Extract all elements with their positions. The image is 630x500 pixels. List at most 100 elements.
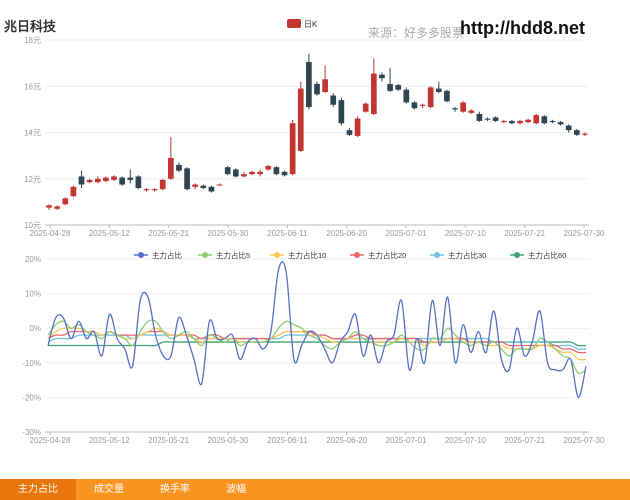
ratio-x-tick: 2025-07-01 xyxy=(386,436,427,445)
candle-body xyxy=(330,95,337,105)
ratio-y-tick: 10% xyxy=(25,290,41,299)
candle-body xyxy=(411,102,418,109)
candle-body xyxy=(517,120,523,124)
candle-body xyxy=(379,74,385,79)
candle-body xyxy=(168,157,174,179)
candle-body xyxy=(200,185,207,188)
tab-0[interactable]: 主力占比 xyxy=(0,479,76,500)
kline-y-tick: 16元 xyxy=(24,82,41,91)
candle-body xyxy=(249,171,255,175)
candle-body xyxy=(103,177,109,182)
tab-1[interactable]: 成交量 xyxy=(76,479,142,500)
kline-x-tick: 2025-07-21 xyxy=(504,229,545,238)
candle-body xyxy=(314,83,320,95)
candle-body xyxy=(395,85,402,90)
candle-body xyxy=(306,61,312,108)
ratio-y-tick: 0% xyxy=(29,324,41,333)
candle-body xyxy=(273,167,280,175)
kline-x-tick: 2025-07-01 xyxy=(386,229,427,238)
ratio-legend-dot xyxy=(202,252,208,258)
candle-body xyxy=(403,89,410,103)
candle-body xyxy=(509,120,515,124)
candle-body xyxy=(297,88,304,151)
candle-body xyxy=(452,108,458,110)
ratio-legend-dot xyxy=(434,252,440,258)
tab-3[interactable]: 波幅 xyxy=(208,479,264,500)
candle-body xyxy=(338,100,345,124)
candle-body xyxy=(265,166,272,170)
candle-body xyxy=(184,168,190,190)
ratio-legend-label: 主力占比 xyxy=(152,250,182,260)
candle-body xyxy=(565,125,572,131)
ratio-x-tick: 2025-06-11 xyxy=(267,436,308,445)
candle-body xyxy=(573,130,580,135)
candle-body xyxy=(143,189,150,191)
kline-x-tick: 2025-06-20 xyxy=(326,229,367,238)
chart-canvas: 10元12元14元16元18元2025-04-28 2025-05-12 2025-… xyxy=(22,19,605,445)
candle-body xyxy=(151,189,158,191)
candle-body xyxy=(111,176,117,180)
ratio-y-tick: -10% xyxy=(22,359,41,368)
candle-body xyxy=(492,117,499,121)
candle-body xyxy=(46,205,52,208)
ratio-legend-dot xyxy=(138,252,144,258)
candle-body xyxy=(525,119,531,123)
candle-body xyxy=(119,177,125,185)
candle-body xyxy=(484,118,491,120)
kline-x-tick: 2025-05-21 xyxy=(148,229,189,238)
ratio-y-tick: -20% xyxy=(22,393,41,402)
candle-body xyxy=(135,176,142,188)
ratio-legend-label: 主力占比10 xyxy=(288,250,326,260)
candle-body xyxy=(216,184,223,186)
ratio-y-tick: 20% xyxy=(25,255,41,264)
candle-body xyxy=(370,73,377,114)
candle-body xyxy=(549,120,556,123)
series-line-主力占比 xyxy=(47,261,587,399)
ratio-x-tick: 2025-06-20 xyxy=(326,436,367,445)
candle-body xyxy=(78,176,85,185)
bottom-tab-bar: 主力占比 成交量 换手率 波幅 xyxy=(0,479,630,500)
candle-body xyxy=(362,103,369,112)
candle-body xyxy=(533,115,540,124)
candle-body xyxy=(241,174,247,177)
kline-x-tick: 2025-04-28 xyxy=(30,229,71,238)
candle-body xyxy=(159,179,166,190)
ratio-x-tick: 2025-07-10 xyxy=(445,436,486,445)
candle-body xyxy=(387,83,393,91)
candle-body xyxy=(582,133,588,135)
candle-body xyxy=(257,171,264,175)
kline-x-tick: 2025-06-11 xyxy=(267,229,308,238)
ratio-legend-label: 主力占比30 xyxy=(448,250,486,260)
kline-y-tick: 12元 xyxy=(24,175,41,184)
kline-y-tick: 18元 xyxy=(24,36,41,45)
tab-2[interactable]: 换手率 xyxy=(142,479,208,500)
candle-body xyxy=(444,90,450,102)
ratio-x-tick: 2025-07-30 xyxy=(564,436,605,445)
ratio-legend-label: 主力占比60 xyxy=(528,250,566,260)
candle-body xyxy=(476,114,483,121)
candle-body xyxy=(289,123,296,175)
ratio-legend-dot xyxy=(514,252,520,258)
candle-body xyxy=(500,120,507,123)
candle-body xyxy=(224,167,231,175)
ratio-legend-dot xyxy=(354,252,360,258)
ratio-legend-label: 主力占比20 xyxy=(368,250,406,260)
candle-body xyxy=(427,87,434,108)
candle-body xyxy=(54,206,61,209)
candle-body xyxy=(468,110,475,113)
kline-x-tick: 2025-05-30 xyxy=(208,229,249,238)
candle-body xyxy=(94,178,101,183)
candle-body xyxy=(62,198,69,205)
candle-body xyxy=(176,164,182,171)
ratio-x-tick: 2025-04-28 xyxy=(30,436,71,445)
ratio-legend-label: 主力占比5 xyxy=(216,250,250,260)
kline-x-tick: 2025-05-12 xyxy=(89,229,130,238)
ratio-x-tick: 2025-05-21 xyxy=(148,436,189,445)
ratio-x-tick: 2025-07-21 xyxy=(504,436,545,445)
candle-body xyxy=(281,171,288,176)
ratio-x-tick: 2025-05-12 xyxy=(89,436,130,445)
candle-body xyxy=(460,102,466,112)
candle-body xyxy=(557,122,564,125)
ratio-legend-dot xyxy=(274,252,280,258)
candle-body xyxy=(127,177,134,180)
